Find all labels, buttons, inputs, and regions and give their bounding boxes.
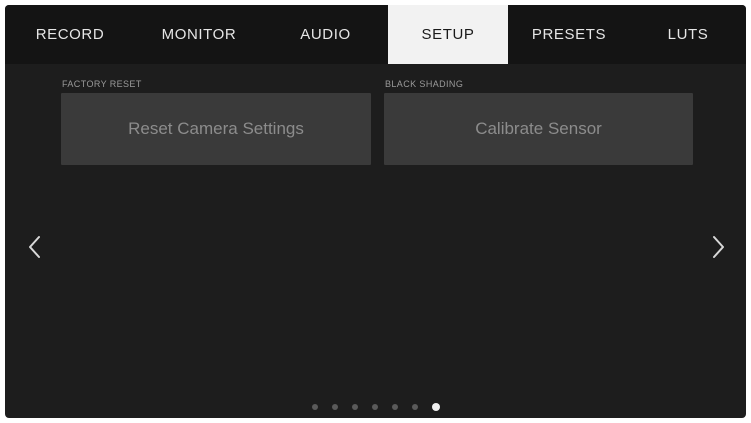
reset-camera-settings-button[interactable]: Reset Camera Settings	[61, 93, 371, 165]
page-dot[interactable]	[311, 404, 318, 410]
page-dot[interactable]	[411, 404, 418, 410]
tab-record[interactable]: RECORD	[5, 5, 135, 64]
chevron-right-icon	[713, 236, 724, 258]
page-dot[interactable]	[351, 404, 358, 410]
tab-monitor-label: MONITOR	[161, 26, 237, 43]
tab-setup[interactable]: SETUP	[388, 5, 508, 64]
tab-record-label: RECORD	[35, 26, 105, 43]
tab-presets[interactable]: PRESETS	[508, 5, 630, 64]
tab-audio[interactable]: AUDIO	[263, 5, 388, 64]
page-dot[interactable]	[391, 404, 398, 410]
chevron-left-icon	[29, 236, 40, 258]
page-dot[interactable]	[331, 404, 338, 410]
tab-luts[interactable]: LUTS	[630, 5, 746, 64]
page-indicator	[5, 403, 746, 411]
factory-reset-label: FACTORY RESET	[62, 79, 142, 89]
tab-monitor[interactable]: MONITOR	[135, 5, 263, 64]
camera-setup-screen: RECORD MONITOR AUDIO SETUP PRESETS LUTS …	[5, 5, 746, 418]
tab-setup-label: SETUP	[421, 26, 475, 43]
tab-luts-label: LUTS	[667, 26, 709, 43]
page-dot-active[interactable]	[431, 403, 440, 411]
tab-presets-label: PRESETS	[531, 26, 607, 43]
page-dot[interactable]	[371, 404, 378, 410]
tab-bar: RECORD MONITOR AUDIO SETUP PRESETS LUTS	[5, 5, 746, 64]
calibrate-sensor-button[interactable]: Calibrate Sensor	[384, 93, 693, 165]
tab-audio-label: AUDIO	[300, 26, 351, 43]
previous-page-button[interactable]	[23, 229, 47, 265]
black-shading-label: BLACK SHADING	[385, 79, 464, 89]
next-page-button[interactable]	[706, 229, 730, 265]
